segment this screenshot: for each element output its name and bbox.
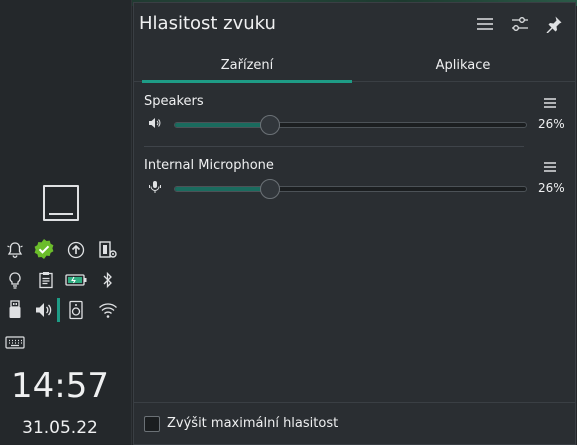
active-indicator bbox=[57, 298, 60, 322]
device-internal-microphone: Internal Microphone 26% bbox=[134, 158, 575, 218]
volume-slider[interactable] bbox=[174, 186, 527, 192]
audio-volume-icon[interactable] bbox=[33, 299, 55, 321]
volume-slider[interactable] bbox=[174, 122, 527, 128]
device-menu-icon[interactable] bbox=[543, 158, 561, 174]
notifications-icon[interactable] bbox=[4, 239, 26, 261]
clock-date[interactable]: 31.05.22 bbox=[0, 418, 120, 438]
clock-time[interactable]: 14:57 bbox=[0, 366, 120, 406]
tab-devices[interactable]: Zařízení bbox=[142, 48, 352, 83]
side-panel: 14:57 31.05.22 bbox=[0, 0, 132, 445]
tab-applications[interactable]: Aplikace bbox=[358, 48, 568, 82]
volume-slider-handle[interactable] bbox=[260, 179, 280, 199]
media-player-icon[interactable] bbox=[65, 299, 87, 321]
device-name: Speakers bbox=[144, 94, 204, 109]
audio-settings-icon[interactable] bbox=[509, 13, 531, 35]
tab-bar: Zařízení Aplikace bbox=[134, 48, 575, 83]
clipboard-icon[interactable] bbox=[35, 269, 57, 291]
show-desktop-button[interactable] bbox=[43, 185, 79, 221]
device-speakers: Speakers 26% bbox=[134, 94, 575, 154]
clipboard-settings-icon[interactable] bbox=[97, 239, 119, 261]
audio-volume-popup: Hlasitost zvuku Zařízení Aplikace Speake… bbox=[133, 2, 576, 445]
keyboard-icon[interactable] bbox=[4, 331, 26, 353]
popup-footer: Zvýšit maximální hlasitost bbox=[134, 402, 575, 444]
usb-device-icon[interactable] bbox=[4, 299, 26, 321]
raise-max-volume-checkbox[interactable] bbox=[144, 416, 160, 432]
raise-max-volume-label[interactable]: Zvýšit maximální hlasitost bbox=[167, 416, 338, 431]
volume-slider-fill bbox=[175, 123, 267, 127]
device-menu-icon[interactable] bbox=[543, 94, 561, 110]
popup-title: Hlasitost zvuku bbox=[139, 13, 276, 34]
volume-value: 26% bbox=[538, 181, 565, 195]
separator bbox=[144, 146, 524, 147]
device-name: Internal Microphone bbox=[144, 158, 274, 173]
vault-check-icon[interactable] bbox=[33, 238, 55, 260]
speaker-icon[interactable] bbox=[148, 116, 164, 132]
updates-icon[interactable] bbox=[65, 239, 87, 261]
menu-icon[interactable] bbox=[474, 13, 496, 35]
pin-icon[interactable] bbox=[543, 13, 565, 35]
volume-slider-handle[interactable] bbox=[260, 115, 280, 135]
microphone-icon[interactable] bbox=[148, 180, 164, 196]
bluetooth-icon[interactable] bbox=[97, 269, 119, 291]
battery-icon[interactable] bbox=[65, 269, 87, 291]
wifi-icon[interactable] bbox=[97, 299, 119, 321]
night-color-icon[interactable] bbox=[4, 269, 26, 291]
volume-value: 26% bbox=[538, 117, 565, 131]
volume-slider-fill bbox=[175, 187, 267, 191]
